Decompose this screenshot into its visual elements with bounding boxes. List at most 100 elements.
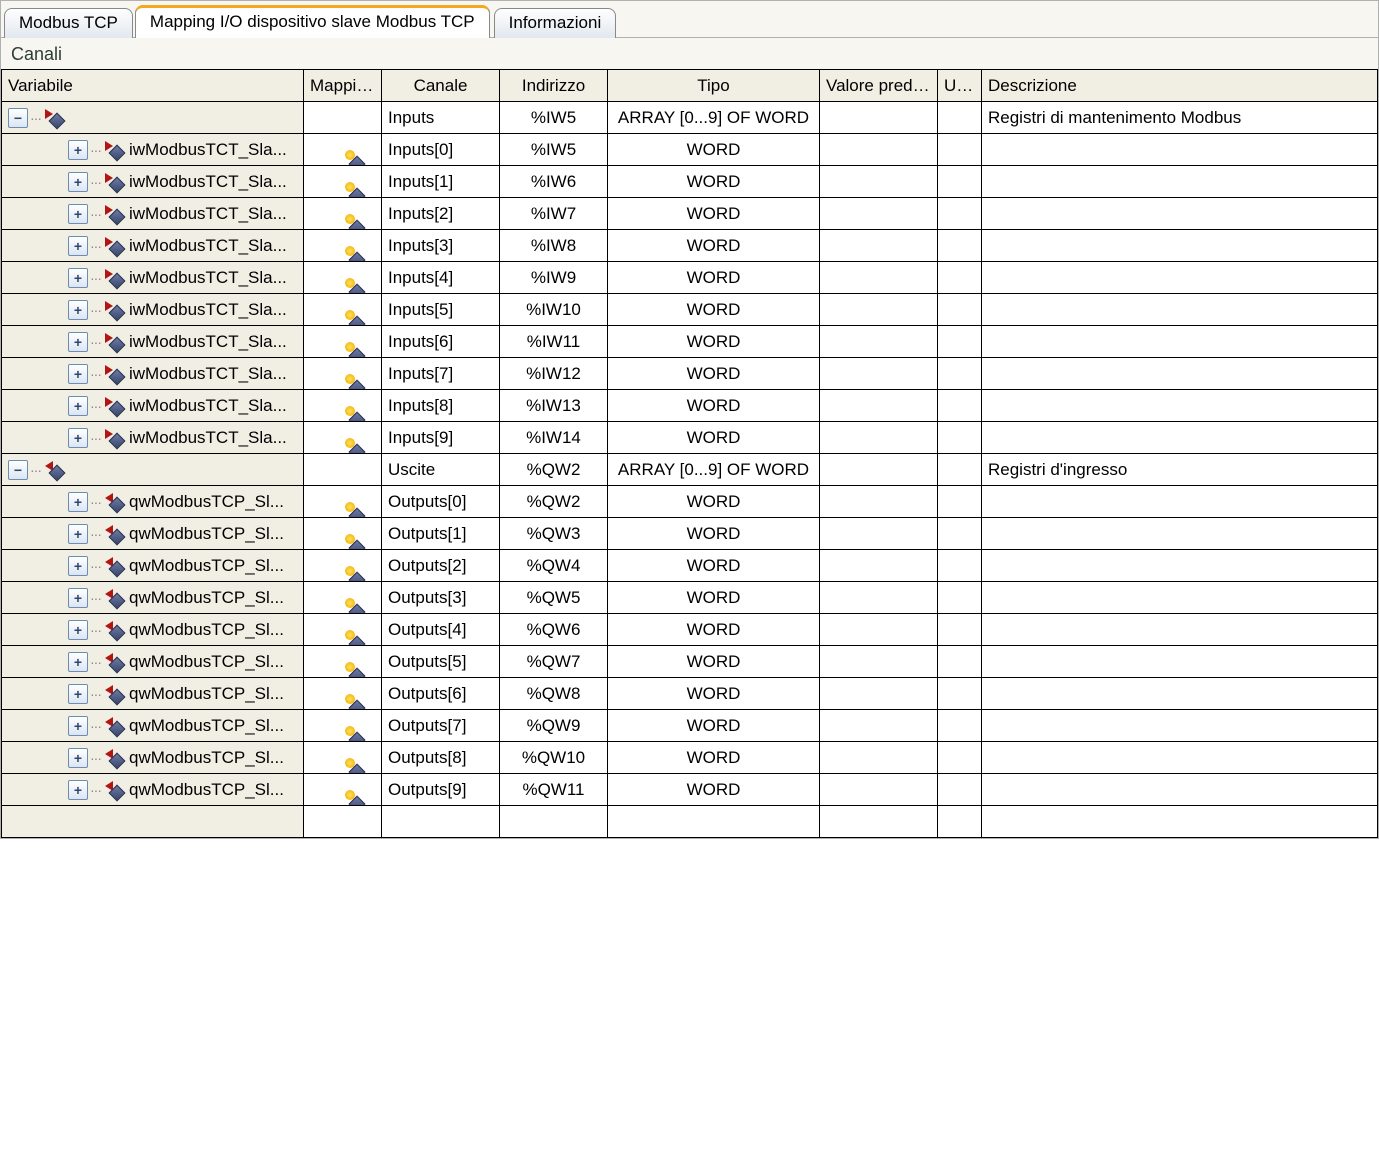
address-cell[interactable]: %QW5 bbox=[500, 582, 608, 614]
description-cell[interactable] bbox=[982, 422, 1378, 454]
default-cell[interactable] bbox=[820, 198, 938, 230]
description-cell[interactable] bbox=[982, 582, 1378, 614]
tree-expand-icon[interactable]: + bbox=[68, 716, 88, 736]
address-cell[interactable]: %QW3 bbox=[500, 518, 608, 550]
tree-expand-icon[interactable]: + bbox=[68, 268, 88, 288]
unit-cell[interactable] bbox=[938, 198, 982, 230]
unit-cell[interactable] bbox=[938, 102, 982, 134]
address-cell[interactable]: %IW12 bbox=[500, 358, 608, 390]
variable-name[interactable]: iwModbusTCT_Sla... bbox=[129, 428, 287, 448]
variable-name[interactable]: iwModbusTCT_Sla... bbox=[129, 396, 287, 416]
channel-cell[interactable]: Outputs[6] bbox=[382, 678, 500, 710]
channel-cell[interactable]: Inputs[8] bbox=[382, 390, 500, 422]
channel-cell[interactable]: Outputs[4] bbox=[382, 614, 500, 646]
variable-name[interactable]: qwModbusTCP_Sl... bbox=[129, 556, 284, 576]
variable-name[interactable]: iwModbusTCT_Sla... bbox=[129, 300, 287, 320]
table-row[interactable]: +···qwModbusTCP_Sl...Outputs[7]%QW9WORD bbox=[2, 710, 1378, 742]
variable-name[interactable]: iwModbusTCT_Sla... bbox=[129, 236, 287, 256]
variable-name[interactable]: qwModbusTCP_Sl... bbox=[129, 492, 284, 512]
type-cell[interactable]: WORD bbox=[608, 774, 820, 806]
tree-expand-icon[interactable]: + bbox=[68, 588, 88, 608]
channel-cell[interactable]: Outputs[2] bbox=[382, 550, 500, 582]
default-cell[interactable] bbox=[820, 742, 938, 774]
unit-cell[interactable] bbox=[938, 454, 982, 486]
type-cell[interactable]: ARRAY [0...9] OF WORD bbox=[608, 102, 820, 134]
type-cell[interactable]: WORD bbox=[608, 134, 820, 166]
tree-expand-icon[interactable]: + bbox=[68, 748, 88, 768]
tree-expand-icon[interactable]: + bbox=[68, 492, 88, 512]
description-cell[interactable] bbox=[982, 710, 1378, 742]
table-row[interactable]: +···iwModbusTCT_Sla...Inputs[9]%IW14WORD bbox=[2, 422, 1378, 454]
default-cell[interactable] bbox=[820, 646, 938, 678]
table-row[interactable]: +···qwModbusTCP_Sl...Outputs[1]%QW3WORD bbox=[2, 518, 1378, 550]
default-cell[interactable] bbox=[820, 390, 938, 422]
tree-expand-icon[interactable]: + bbox=[68, 364, 88, 384]
tree-expand-icon[interactable]: + bbox=[68, 780, 88, 800]
type-cell[interactable]: WORD bbox=[608, 166, 820, 198]
channel-cell[interactable]: Inputs[0] bbox=[382, 134, 500, 166]
table-row[interactable]: +···qwModbusTCP_Sl...Outputs[5]%QW7WORD bbox=[2, 646, 1378, 678]
variable-name[interactable]: qwModbusTCP_Sl... bbox=[129, 748, 284, 768]
type-cell[interactable]: WORD bbox=[608, 262, 820, 294]
default-cell[interactable] bbox=[820, 262, 938, 294]
type-cell[interactable]: WORD bbox=[608, 422, 820, 454]
col-variable[interactable]: Variabile bbox=[2, 70, 304, 102]
table-row[interactable]: +···iwModbusTCT_Sla...Inputs[5]%IW10WORD bbox=[2, 294, 1378, 326]
channel-cell[interactable]: Inputs[9] bbox=[382, 422, 500, 454]
address-cell[interactable]: %IW7 bbox=[500, 198, 608, 230]
address-cell[interactable]: %IW5 bbox=[500, 134, 608, 166]
default-cell[interactable] bbox=[820, 166, 938, 198]
channel-cell[interactable]: Inputs[2] bbox=[382, 198, 500, 230]
description-cell[interactable] bbox=[982, 774, 1378, 806]
description-cell[interactable] bbox=[982, 390, 1378, 422]
channel-cell[interactable]: Inputs[4] bbox=[382, 262, 500, 294]
tree-expand-icon[interactable]: + bbox=[68, 300, 88, 320]
variable-name[interactable]: qwModbusTCP_Sl... bbox=[129, 620, 284, 640]
type-cell[interactable]: WORD bbox=[608, 614, 820, 646]
default-cell[interactable] bbox=[820, 550, 938, 582]
tree-expand-icon[interactable]: + bbox=[68, 396, 88, 416]
default-cell[interactable] bbox=[820, 326, 938, 358]
col-default[interactable]: Valore predef. bbox=[820, 70, 938, 102]
tab-information[interactable]: Informazioni bbox=[494, 8, 617, 38]
address-cell[interactable]: %IW10 bbox=[500, 294, 608, 326]
type-cell[interactable]: WORD bbox=[608, 326, 820, 358]
col-type[interactable]: Tipo bbox=[608, 70, 820, 102]
channel-cell[interactable]: Outputs[9] bbox=[382, 774, 500, 806]
variable-name[interactable]: iwModbusTCT_Sla... bbox=[129, 140, 287, 160]
description-cell[interactable] bbox=[982, 678, 1378, 710]
address-cell[interactable]: %IW11 bbox=[500, 326, 608, 358]
channel-cell[interactable]: Outputs[1] bbox=[382, 518, 500, 550]
table-row[interactable]: +···qwModbusTCP_Sl...Outputs[8]%QW10WORD bbox=[2, 742, 1378, 774]
address-cell[interactable]: %IW5 bbox=[500, 102, 608, 134]
tree-expand-icon[interactable]: + bbox=[68, 684, 88, 704]
channel-cell[interactable]: Outputs[7] bbox=[382, 710, 500, 742]
variable-name[interactable]: qwModbusTCP_Sl... bbox=[129, 524, 284, 544]
tree-expand-icon[interactable]: + bbox=[68, 428, 88, 448]
table-row[interactable]: +···qwModbusTCP_Sl...Outputs[9]%QW11WORD bbox=[2, 774, 1378, 806]
unit-cell[interactable] bbox=[938, 582, 982, 614]
type-cell[interactable]: WORD bbox=[608, 486, 820, 518]
type-cell[interactable]: WORD bbox=[608, 358, 820, 390]
unit-cell[interactable] bbox=[938, 646, 982, 678]
variable-name[interactable]: iwModbusTCT_Sla... bbox=[129, 364, 287, 384]
type-cell[interactable]: WORD bbox=[608, 550, 820, 582]
channel-cell[interactable]: Inputs[1] bbox=[382, 166, 500, 198]
table-row[interactable]: +···qwModbusTCP_Sl...Outputs[4]%QW6WORD bbox=[2, 614, 1378, 646]
unit-cell[interactable] bbox=[938, 294, 982, 326]
default-cell[interactable] bbox=[820, 774, 938, 806]
address-cell[interactable]: %IW6 bbox=[500, 166, 608, 198]
channel-cell[interactable]: Inputs[6] bbox=[382, 326, 500, 358]
col-channel[interactable]: Canale bbox=[382, 70, 500, 102]
table-row[interactable]: +···iwModbusTCT_Sla...Inputs[1]%IW6WORD bbox=[2, 166, 1378, 198]
channel-cell[interactable]: Inputs bbox=[382, 102, 500, 134]
unit-cell[interactable] bbox=[938, 134, 982, 166]
description-cell[interactable] bbox=[982, 518, 1378, 550]
type-cell[interactable]: WORD bbox=[608, 230, 820, 262]
default-cell[interactable] bbox=[820, 582, 938, 614]
table-row[interactable]: +···iwModbusTCT_Sla...Inputs[6]%IW11WORD bbox=[2, 326, 1378, 358]
tree-expand-icon[interactable]: + bbox=[68, 524, 88, 544]
unit-cell[interactable] bbox=[938, 774, 982, 806]
variable-name[interactable]: qwModbusTCP_Sl... bbox=[129, 652, 284, 672]
default-cell[interactable] bbox=[820, 486, 938, 518]
